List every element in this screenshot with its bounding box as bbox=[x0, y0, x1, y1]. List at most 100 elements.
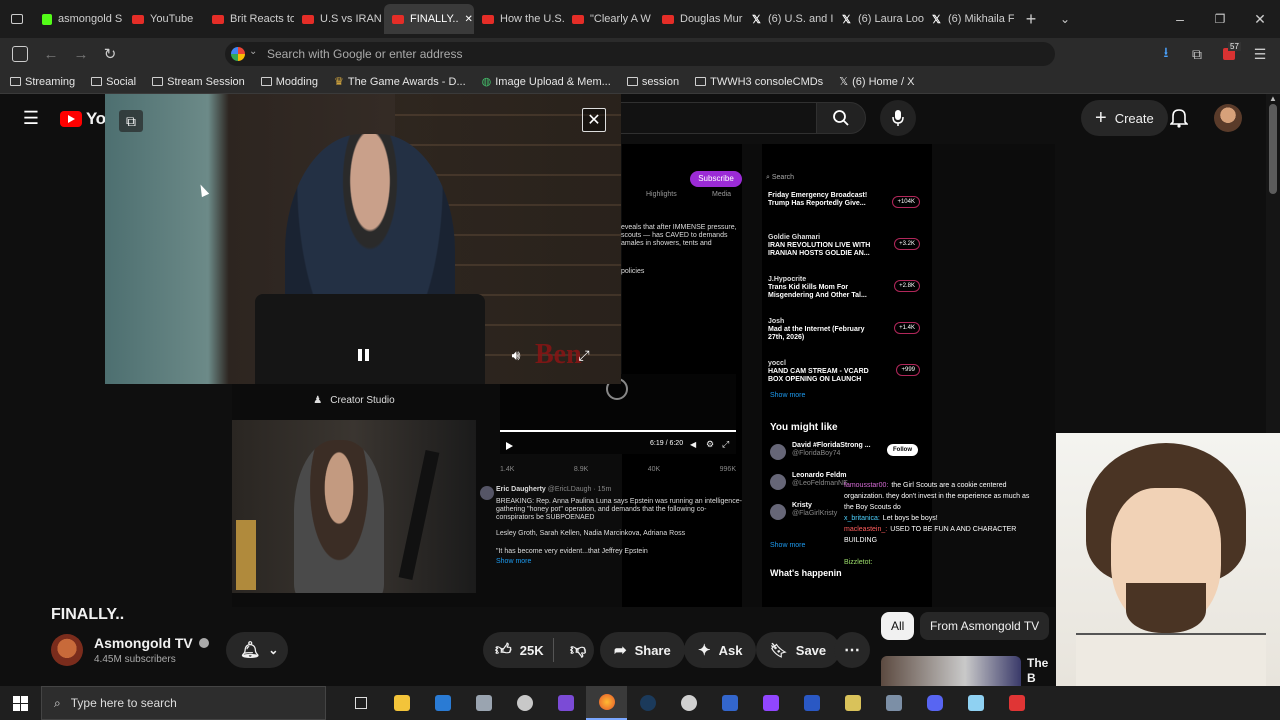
follow-button[interactable]: Follow bbox=[887, 444, 918, 456]
forward-arrow-icon[interactable]: → bbox=[72, 44, 90, 64]
windows-start-icon[interactable] bbox=[0, 686, 41, 720]
settings-icon[interactable]: ⚙ bbox=[706, 439, 714, 450]
hamburger-menu-icon[interactable]: ☰ bbox=[20, 108, 42, 128]
dislike-button[interactable]: 👎︎ bbox=[562, 632, 594, 668]
bookmark-item[interactable]: ◍ Image Upload & Mem... bbox=[482, 75, 611, 89]
search-box[interactable] bbox=[620, 102, 816, 134]
like-count[interactable]: 40K bbox=[648, 466, 660, 473]
subscribed-bell-button[interactable]: 🔔︎ ⌄ bbox=[226, 632, 288, 668]
x-subscribe-button[interactable]: Subscribe bbox=[690, 171, 742, 187]
steam-icon[interactable] bbox=[627, 686, 668, 720]
app-rsi-icon[interactable] bbox=[791, 686, 832, 720]
app-grey-icon[interactable] bbox=[463, 686, 504, 720]
space-item[interactable]: Goldie Ghamari IRAN REVOLUTION LIVE WITH … bbox=[768, 234, 926, 276]
app-tool-icon[interactable] bbox=[873, 686, 914, 720]
photos-icon[interactable] bbox=[422, 686, 463, 720]
back-arrow-icon[interactable]: ← bbox=[42, 44, 60, 64]
fullscreen-icon[interactable]: ⤢ bbox=[722, 439, 729, 450]
browser-tab[interactable]: asmongold S bbox=[34, 4, 124, 34]
post-show-more[interactable]: Show more bbox=[496, 558, 742, 566]
space-item[interactable]: J.Hypocrite Trans Kid Kills Mom For Misge… bbox=[768, 276, 926, 318]
firefox-icon[interactable] bbox=[586, 686, 627, 720]
chevron-down-icon[interactable]: ⌄ bbox=[1048, 0, 1082, 38]
suggestion-avatar[interactable] bbox=[770, 504, 786, 520]
browser-tab[interactable]: 𝕏 (6) U.S. and I bbox=[744, 4, 834, 34]
more-actions-button[interactable]: ⋯ bbox=[834, 632, 870, 668]
sidebar-icon[interactable] bbox=[12, 46, 28, 62]
close-window-icon[interactable]: ✕ bbox=[1240, 0, 1280, 38]
fullscreen-icon[interactable]: ⤢ bbox=[575, 346, 593, 364]
browser-tab[interactable]: YouTube bbox=[124, 4, 204, 34]
browser-tab[interactable]: FINALLY.. ✕ bbox=[384, 4, 474, 34]
extensions-icon[interactable]: ⧉ bbox=[1188, 44, 1206, 64]
save-button[interactable]: 🔖︎ Save bbox=[756, 632, 841, 668]
suggestion-avatar[interactable] bbox=[770, 444, 786, 460]
scrollbar-up-arrow-icon[interactable]: ▲ bbox=[1266, 94, 1280, 103]
microphone-icon[interactable] bbox=[880, 100, 916, 136]
recommended-thumbnail[interactable] bbox=[881, 656, 1021, 686]
browser-tab[interactable]: How the U.S. bbox=[474, 4, 564, 34]
x-search-box[interactable]: ⌕ Search bbox=[766, 174, 926, 186]
channel-avatar[interactable] bbox=[51, 634, 83, 666]
bookmark-item[interactable]: ♛ The Game Awards - D... bbox=[334, 75, 466, 89]
browser-tab[interactable]: Douglas Mur bbox=[654, 4, 744, 34]
expand-miniplayer-icon[interactable]: ⧉ bbox=[119, 110, 143, 132]
channel-name[interactable]: Asmongold TV bbox=[94, 635, 209, 651]
new-tab-plus-icon[interactable]: + bbox=[1014, 0, 1048, 38]
close-miniplayer-icon[interactable]: ✕ bbox=[582, 108, 606, 132]
video-progress-bar[interactable] bbox=[500, 430, 736, 432]
app-blue-icon[interactable] bbox=[709, 686, 750, 720]
x-embedded-video[interactable]: 6:19 / 6:20 ◀ ⚙ ⤢ bbox=[500, 374, 736, 454]
volume-icon[interactable]: 🔊︎ bbox=[507, 346, 525, 364]
twitch-icon[interactable] bbox=[750, 686, 791, 720]
create-button[interactable]: + Create bbox=[1081, 100, 1168, 136]
post-author[interactable]: Eric Daugherty bbox=[496, 486, 546, 493]
suggestion-avatar[interactable] bbox=[770, 474, 786, 490]
pause-icon[interactable] bbox=[355, 347, 371, 363]
search-icon[interactable] bbox=[816, 102, 866, 134]
notepad-icon[interactable] bbox=[955, 686, 996, 720]
taskbar-search-box[interactable]: ⌕ Type here to search bbox=[41, 686, 326, 720]
x-tab-media[interactable]: Media bbox=[712, 191, 731, 198]
miniplayer[interactable]: Ben ⧉ ✕ 🔊︎ ⤢ bbox=[105, 94, 621, 384]
creator-studio-bar[interactable]: ♟ Creator Studio bbox=[232, 386, 476, 414]
user-avatar[interactable] bbox=[1214, 104, 1242, 132]
browser-tab[interactable]: 𝕏 (6) Laura Loo bbox=[834, 4, 924, 34]
address-input[interactable]: ⌄ Search with Google or enter address bbox=[225, 42, 1055, 66]
app-red-icon[interactable] bbox=[996, 686, 1037, 720]
close-tab-icon[interactable]: ✕ bbox=[465, 14, 473, 25]
menu-icon[interactable]: ☰ bbox=[1251, 44, 1269, 64]
app-purple-icon[interactable] bbox=[545, 686, 586, 720]
x-tab-highlights[interactable]: Highlights bbox=[646, 191, 677, 198]
bookmark-item[interactable]: Stream Session bbox=[152, 76, 245, 88]
scrollbar-thumb[interactable] bbox=[1269, 104, 1277, 194]
ask-button[interactable]: ✦ Ask bbox=[684, 632, 757, 668]
chrome-icon[interactable] bbox=[668, 686, 709, 720]
bookmark-item[interactable]: TWWH3 consoleCMDs bbox=[695, 76, 823, 88]
author-avatar[interactable] bbox=[480, 486, 494, 500]
spaces-show-more[interactable]: Show more bbox=[770, 392, 805, 399]
reply-count[interactable]: 1.4K bbox=[500, 466, 514, 473]
file-explorer-icon[interactable] bbox=[381, 686, 422, 720]
space-item[interactable]: Josh Mad at the Internet (February 27th, … bbox=[768, 318, 926, 360]
download-icon[interactable]: ⭳ bbox=[1157, 44, 1175, 64]
suggestion-item[interactable]: David #FloridaStrong ... @FloridaBoy74 Fol… bbox=[770, 442, 926, 472]
chip-from-channel[interactable]: From Asmongold TV bbox=[920, 612, 1050, 640]
reload-icon[interactable]: ↻ bbox=[101, 44, 119, 64]
task-view-icon[interactable] bbox=[340, 686, 381, 720]
extension-badge-icon[interactable]: 57 bbox=[1220, 42, 1241, 64]
notifications-bell-icon[interactable] bbox=[1166, 106, 1192, 130]
chevron-down-icon[interactable]: ⌄ bbox=[249, 46, 257, 57]
play-icon[interactable] bbox=[506, 442, 513, 450]
minimize-icon[interactable]: – bbox=[1160, 0, 1200, 38]
volume-icon[interactable]: ◀ bbox=[690, 440, 696, 449]
space-item[interactable]: Friday Emergency Broadcast! Trump Has Re… bbox=[768, 192, 926, 234]
browser-tab[interactable]: U.S vs IRAN | bbox=[294, 4, 384, 34]
bookmark-item[interactable]: session bbox=[626, 76, 679, 88]
restore-icon[interactable]: ❐ bbox=[1200, 0, 1240, 38]
app-yellow-icon[interactable] bbox=[832, 686, 873, 720]
chip-all[interactable]: All bbox=[881, 612, 915, 640]
bookmark-item[interactable]: 𝕏 (6) Home / X bbox=[839, 75, 914, 89]
repost-count[interactable]: 8.9K bbox=[574, 466, 588, 473]
tab-list-icon[interactable] bbox=[0, 0, 34, 38]
